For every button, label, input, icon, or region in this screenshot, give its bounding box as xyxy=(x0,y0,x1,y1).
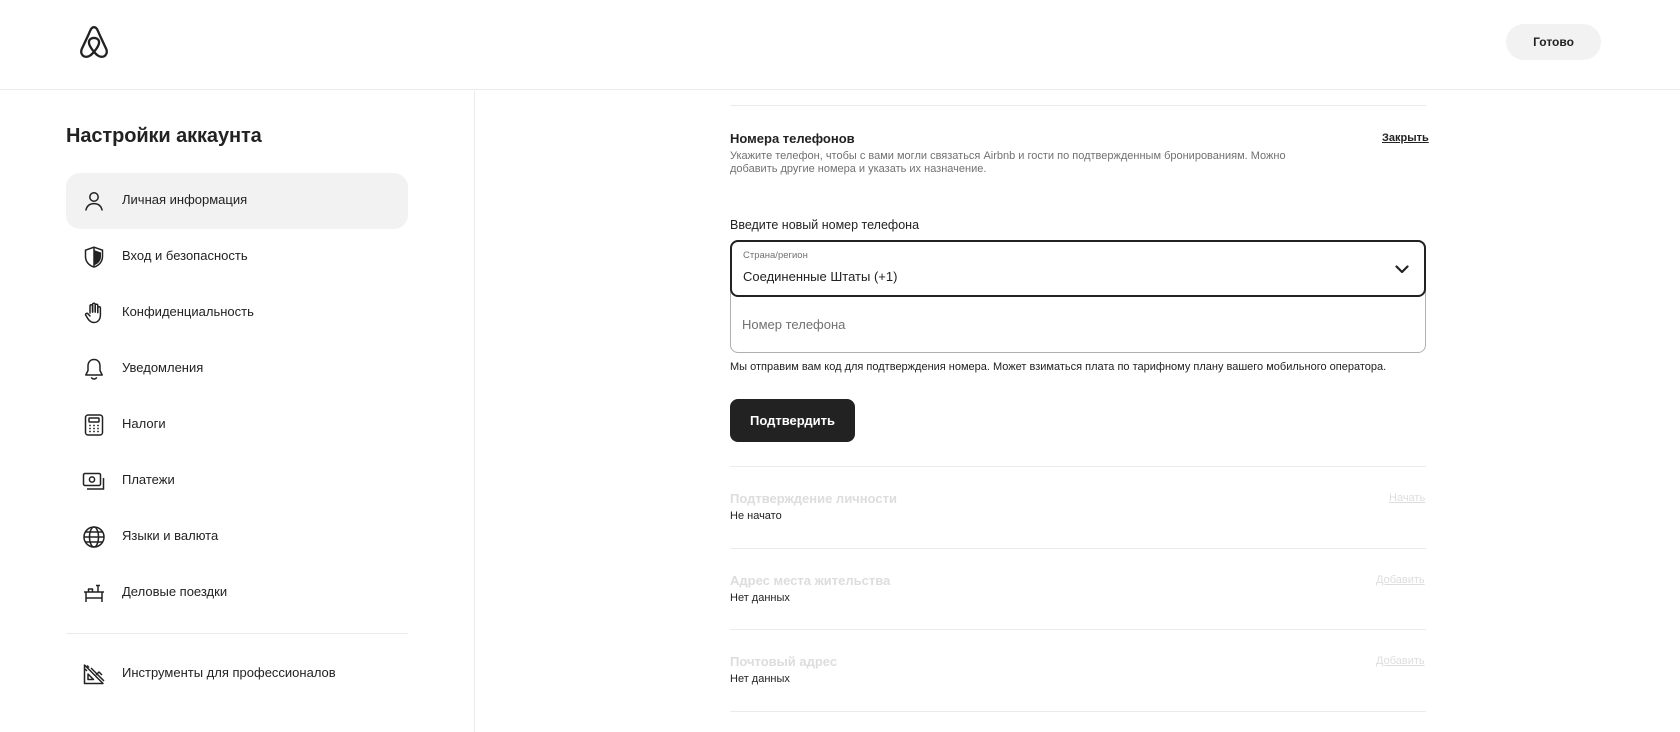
sidebar-item-personal-info[interactable]: Личная информация xyxy=(66,173,408,229)
sidebar-item-notifications[interactable]: Уведомления xyxy=(66,341,408,397)
tools-icon xyxy=(82,662,106,686)
section-divider xyxy=(730,548,1426,549)
sidebar-item-pro-tools[interactable]: Инструменты для профессионалов xyxy=(66,646,408,702)
phone-description: Укажите телефон, чтобы с вами могли связ… xyxy=(730,150,1286,175)
identity-verification-value: Не начато xyxy=(730,510,782,522)
sidebar-item-label: Вход и безопасность xyxy=(122,248,248,263)
sidebar-divider xyxy=(66,633,408,634)
section-divider xyxy=(730,629,1426,630)
sidebar-item-privacy[interactable]: Конфиденциальность xyxy=(66,285,408,341)
sidebar-item-business-travel[interactable]: Деловые поездки xyxy=(66,565,408,621)
section-divider xyxy=(730,105,1426,106)
phone-number-input[interactable] xyxy=(731,297,1425,352)
postal-address-value: Нет данных xyxy=(730,673,790,685)
bell-icon xyxy=(82,357,106,381)
sidebar-title: Настройки аккаунта xyxy=(66,125,262,147)
add-residential-address-link[interactable]: Добавить xyxy=(1376,574,1425,586)
verification-note: Мы отправим вам код для подтверждения но… xyxy=(730,361,1387,373)
country-select-value: Соединенные Штаты (+1) xyxy=(743,269,898,284)
new-phone-label: Введите новый номер телефона xyxy=(730,218,920,232)
postal-address-title: Почтовый адрес xyxy=(730,654,838,669)
identity-verification-title: Подтверждение личности xyxy=(730,491,897,506)
start-identity-link[interactable]: Начать xyxy=(1389,492,1425,504)
confirm-button[interactable]: Подтвердить xyxy=(730,399,855,442)
sidebar-item-label: Языки и валюта xyxy=(122,528,219,543)
person-icon xyxy=(82,189,106,213)
done-button[interactable]: Готово xyxy=(1506,24,1601,60)
top-header: Готово xyxy=(0,0,1680,90)
briefcase-desk-icon xyxy=(82,581,106,605)
settings-sidebar: Настройки аккаунта Личная информация Вхо… xyxy=(0,91,475,732)
sidebar-item-label: Уведомления xyxy=(122,360,204,375)
payments-icon xyxy=(82,469,106,493)
sidebar-item-payments[interactable]: Платежи xyxy=(66,453,408,509)
residential-address-value: Нет данных xyxy=(730,592,790,604)
add-postal-address-link[interactable]: Добавить xyxy=(1376,655,1425,667)
sidebar-item-taxes[interactable]: Налоги xyxy=(66,397,408,453)
sidebar-item-login-security[interactable]: Вход и безопасность xyxy=(66,229,408,285)
chevron-down-icon xyxy=(1395,265,1409,274)
sidebar-item-languages-currency[interactable]: Языки и валюта xyxy=(66,509,408,565)
main-content: Номера телефонов Закрыть Укажите телефон… xyxy=(476,91,1680,732)
sidebar-item-label: Налоги xyxy=(122,416,166,431)
airbnb-logo-icon[interactable] xyxy=(77,24,111,60)
globe-icon xyxy=(82,525,106,549)
residential-address-title: Адрес места жительства xyxy=(730,573,891,588)
calculator-icon xyxy=(82,413,106,437)
sidebar-item-label: Деловые поездки xyxy=(122,584,228,599)
shield-icon xyxy=(82,245,106,269)
country-region-select[interactable]: Страна/регион Соединенные Штаты (+1) xyxy=(730,240,1426,297)
section-divider xyxy=(730,711,1426,712)
sidebar-item-label: Личная информация xyxy=(122,192,248,207)
country-select-caption: Страна/регион xyxy=(743,250,808,261)
section-divider xyxy=(730,466,1426,467)
close-link[interactable]: Закрыть xyxy=(1382,132,1429,144)
phone-input-group: Страна/регион Соединенные Штаты (+1) xyxy=(730,240,1426,353)
phone-numbers-title: Номера телефонов xyxy=(730,131,855,146)
sidebar-item-label: Конфиденциальность xyxy=(122,304,254,319)
hand-icon xyxy=(82,301,106,325)
sidebar-item-label: Платежи xyxy=(122,472,175,487)
sidebar-item-label: Инструменты для профессионалов xyxy=(122,665,336,680)
